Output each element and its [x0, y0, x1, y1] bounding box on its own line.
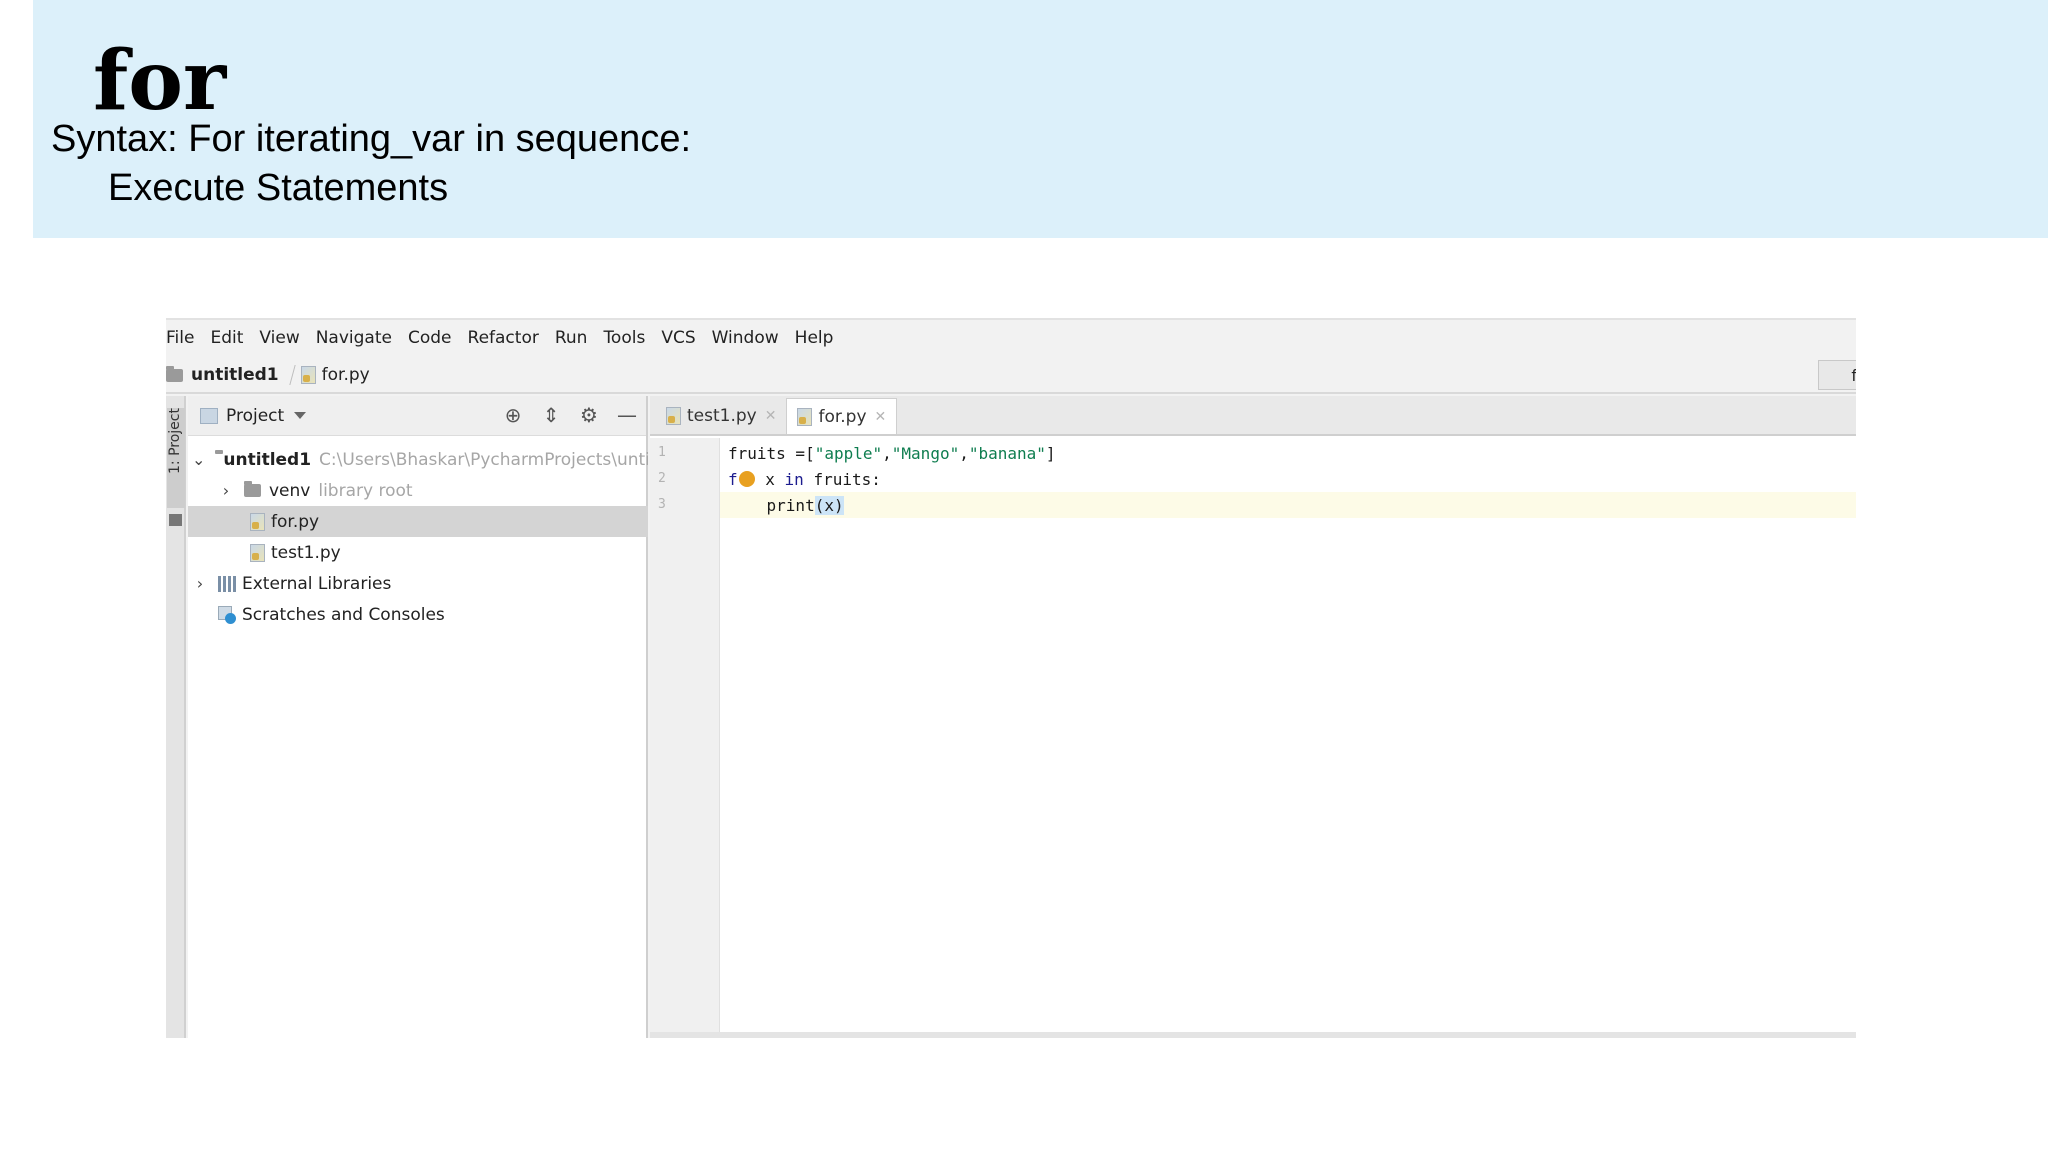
chevron-down-icon[interactable]: ⌄ [192, 450, 205, 469]
syntax-line: Syntax: For iterating_var in sequence: [51, 118, 692, 160]
tree-row-external-libraries[interactable]: › External Libraries [188, 568, 648, 599]
keyword: f [728, 469, 738, 489]
menu-view[interactable]: View [259, 328, 299, 348]
line-number: 2 [658, 471, 666, 486]
slide-title: for [93, 33, 227, 129]
menu-code[interactable]: Code [408, 328, 452, 348]
project-panel: Project ⊕ ⇕ ⚙ — ⌄ untitled1 C:\Users\Bha… [188, 396, 648, 1038]
menu-run[interactable]: Run [555, 328, 588, 348]
project-tool-window-button[interactable]: 1: Project [167, 408, 185, 508]
ide-screenshot: File Edit View Navigate Code Refactor Ru… [166, 318, 1856, 1038]
breadcrumb-project[interactable]: untitled1 [191, 365, 279, 385]
tree-row-scratches[interactable]: Scratches and Consoles [188, 599, 648, 630]
menu-navigate[interactable]: Navigate [316, 328, 392, 348]
python-file-icon [250, 512, 265, 531]
code-line[interactable]: f x in fruits: [720, 466, 1856, 492]
code-text: , [882, 443, 892, 463]
tab-label: test1.py [687, 406, 757, 426]
tree-row-venv[interactable]: › venv library root [188, 475, 648, 506]
run-config-label: f [1851, 366, 1856, 385]
tool-window-strip: 1: Project [166, 396, 186, 1038]
tree-scratches-label: Scratches and Consoles [242, 604, 445, 625]
project-view-icon [200, 407, 218, 424]
python-file-icon [250, 543, 265, 562]
string-literal: "banana" [968, 443, 1046, 463]
code-text: x [755, 469, 785, 489]
code-args: (x) [814, 495, 844, 515]
editor-area: test1.py ✕ for.py ✕ 1 2 3 fruits =["appl… [650, 396, 1856, 1038]
string-literal: "Mango" [891, 443, 960, 463]
python-file-icon [797, 407, 813, 426]
code-text: ] [1045, 443, 1056, 463]
tree-root-label: untitled1 [223, 449, 312, 470]
scratches-icon [218, 605, 236, 624]
menu-bar: File Edit View Navigate Code Refactor Ru… [166, 320, 1856, 356]
code-text: fruits: [803, 469, 881, 489]
code-text: print [728, 495, 815, 515]
tree-row-test1-py[interactable]: test1.py [188, 537, 648, 568]
python-file-icon [300, 366, 316, 384]
string-literal: "apple" [814, 443, 883, 463]
folder-icon [166, 365, 183, 382]
tree-root-path: C:\Users\Bhaskar\PycharmProjects\untitle… [319, 449, 648, 470]
horizontal-scrollbar[interactable] [650, 1032, 1856, 1038]
menu-help[interactable]: Help [795, 328, 834, 348]
close-icon[interactable]: ✕ [765, 408, 777, 424]
code-text: , [959, 443, 969, 463]
tree-venv-label: venv [269, 480, 311, 501]
minimize-icon[interactable]: — [616, 404, 638, 426]
tab-test1-py[interactable]: test1.py ✕ [656, 398, 786, 434]
tree-venv-note: library root [318, 480, 413, 501]
menu-edit[interactable]: Edit [210, 328, 243, 348]
keyword: in [784, 469, 804, 489]
code-line-current[interactable]: print (x) [720, 492, 1856, 518]
tree-row-root[interactable]: ⌄ untitled1 C:\Users\Bhaskar\PycharmProj… [188, 444, 648, 475]
navigation-bar: untitled1 for.py f [166, 358, 1856, 394]
code-editor[interactable]: fruits =["apple", "Mango", "banana"] f x i… [720, 438, 1856, 1038]
lightbulb-icon[interactable] [738, 471, 755, 487]
python-file-icon [666, 407, 681, 425]
tree-file-label: test1.py [271, 542, 341, 563]
syntax-statement-line: Execute Statements [108, 167, 449, 209]
line-number: 3 [658, 497, 666, 512]
library-icon [218, 575, 236, 592]
locate-target-icon[interactable]: ⊕ [502, 404, 524, 426]
project-panel-header: Project ⊕ ⇕ ⚙ — [188, 396, 646, 436]
menu-tools[interactable]: Tools [603, 328, 645, 348]
tree-file-label: for.py [271, 511, 320, 532]
project-panel-title[interactable]: Project [226, 406, 284, 426]
menu-refactor[interactable]: Refactor [468, 328, 539, 348]
code-line[interactable]: fruits =["apple", "Mango", "banana"] [720, 440, 1856, 466]
slide: for Syntax: For iterating_var in sequenc… [0, 0, 2048, 1152]
line-number-gutter: 1 2 3 [650, 438, 720, 1038]
breadcrumb-separator [279, 365, 296, 385]
chevron-right-icon[interactable]: › [218, 481, 234, 500]
close-icon[interactable]: ✕ [875, 409, 887, 425]
gear-icon[interactable]: ⚙ [578, 404, 600, 426]
folder-icon [244, 481, 261, 497]
structure-icon[interactable] [169, 514, 182, 526]
tree-row-for-py[interactable]: for.py [188, 506, 648, 537]
panel-toolbar: ⊕ ⇕ ⚙ — [502, 404, 638, 426]
run-config-button[interactable]: f [1818, 360, 1856, 390]
menu-file[interactable]: File [166, 328, 194, 348]
tree-external-label: External Libraries [242, 573, 392, 594]
tab-for-py[interactable]: for.py ✕ [786, 398, 898, 434]
code-text: fruits =[ [728, 443, 815, 463]
tab-label: for.py [818, 406, 867, 427]
menu-vcs[interactable]: VCS [661, 328, 695, 348]
editor-tab-bar: test1.py ✕ for.py ✕ [650, 396, 1856, 436]
collapse-all-icon[interactable]: ⇕ [540, 404, 562, 426]
chevron-down-icon[interactable] [294, 412, 307, 419]
breadcrumb-file[interactable]: for.py [322, 365, 370, 385]
menu-window[interactable]: Window [712, 328, 779, 348]
chevron-right-icon[interactable]: › [192, 574, 208, 593]
line-number: 1 [658, 445, 666, 460]
